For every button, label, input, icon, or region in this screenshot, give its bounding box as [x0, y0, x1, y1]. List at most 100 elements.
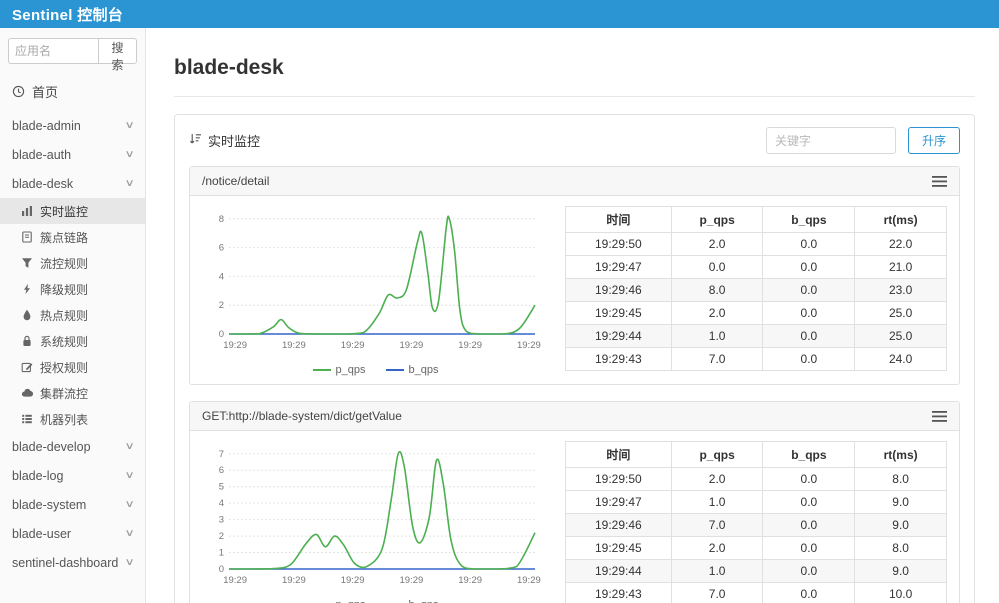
table-cell: 1.0: [671, 491, 763, 514]
card-header: GET:http://blade-system/dict/getValue: [190, 402, 959, 431]
table-cell: 8.0: [671, 279, 763, 302]
home-label: 首页: [32, 82, 58, 101]
sidebar-item-blade-user[interactable]: blade-user∨: [0, 519, 145, 548]
sidebar-item-blade-admin[interactable]: blade-admin∨: [0, 111, 145, 140]
sort-icon: [189, 133, 202, 148]
sidebar-subitem-label: 簇点链路: [40, 229, 88, 246]
svg-text:19:29: 19:29: [282, 340, 306, 351]
table-cell: 2.0: [671, 302, 763, 325]
page-layout: 搜索 首页 blade-admin∨blade-auth∨blade-desk∨…: [0, 28, 999, 603]
svg-text:5: 5: [219, 482, 224, 493]
svg-text:19:29: 19:29: [517, 575, 541, 586]
svg-text:2: 2: [219, 531, 224, 542]
sidebar-item-blade-desk[interactable]: blade-desk∨: [0, 169, 145, 198]
qps-line-chart: 0246819:2919:2919:2919:2919:2919:29: [202, 206, 547, 356]
drop-icon: [20, 309, 33, 321]
table-cell: 19:29:43: [566, 348, 672, 371]
sidebar-item-label: sentinel-dashboard: [12, 556, 118, 570]
sidebar-item-label: blade-log: [12, 469, 63, 483]
card-body: 0123456719:2919:2919:2919:2919:2919:29p_…: [190, 431, 959, 603]
chevron-down-icon: ∨: [124, 120, 134, 131]
table-cell: 1.0: [671, 325, 763, 348]
sidebar-subitem-系统规则[interactable]: 系统规则: [0, 328, 145, 354]
table-cell: 0.0: [763, 233, 855, 256]
sidebar-submenu-blade-desk: 实时监控簇点链路流控规则降级规则热点规则系统规则授权规则集群流控机器列表: [0, 198, 145, 432]
table-row: 19:29:468.00.023.0: [566, 279, 947, 302]
sidebar-subitem-机器列表[interactable]: 机器列表: [0, 406, 145, 432]
sidebar-subitem-簇点链路[interactable]: 簇点链路: [0, 224, 145, 250]
sidebar-search: 搜索: [0, 28, 145, 74]
table-header-row: 时间p_qpsb_qpsrt(ms): [566, 207, 947, 233]
svg-text:19:29: 19:29: [458, 575, 482, 586]
sidebar-subitem-授权规则[interactable]: 授权规则: [0, 354, 145, 380]
sidebar-subitem-热点规则[interactable]: 热点规则: [0, 302, 145, 328]
svg-text:0: 0: [219, 329, 224, 340]
table-row: 19:29:441.00.025.0: [566, 325, 947, 348]
table-cell: 2.0: [671, 468, 763, 491]
lock-icon: [20, 335, 33, 347]
list-icon: [20, 413, 33, 425]
table-cell: 19:29:50: [566, 468, 672, 491]
legend-label: b_qps: [409, 364, 439, 376]
table-cell: 24.0: [855, 348, 947, 371]
table-header-cell: 时间: [566, 207, 672, 233]
sidebar-subitem-实时监控[interactable]: 实时监控: [0, 198, 145, 224]
sidebar-item-blade-develop[interactable]: blade-develop∨: [0, 432, 145, 461]
sidebar-subitem-label: 机器列表: [40, 411, 88, 428]
svg-text:4: 4: [219, 498, 224, 509]
table-cell: 0.0: [763, 491, 855, 514]
table-row: 19:29:471.00.09.0: [566, 491, 947, 514]
chart-legend: p_qpsb_qps: [202, 599, 549, 603]
sidebar-subitem-label: 流控规则: [40, 255, 88, 272]
table-row: 19:29:502.00.08.0: [566, 468, 947, 491]
svg-text:19:29: 19:29: [399, 340, 423, 351]
cloud-icon: [20, 387, 33, 399]
sidebar-item-blade-auth[interactable]: blade-auth∨: [0, 140, 145, 169]
table-cell: 21.0: [855, 256, 947, 279]
chevron-down-icon: ∨: [124, 149, 134, 160]
sidebar-subitem-降级规则[interactable]: 降级规则: [0, 276, 145, 302]
ascend-sort-button[interactable]: 升序: [908, 127, 960, 154]
app-title: Sentinel 控制台: [12, 4, 123, 25]
table-header-cell: rt(ms): [855, 207, 947, 233]
keyword-input[interactable]: [766, 127, 896, 154]
table-header-cell: 时间: [566, 442, 672, 468]
card-header: /notice/detail: [190, 167, 959, 196]
table-row: 19:29:437.00.010.0: [566, 583, 947, 603]
table-cell: 2.0: [671, 233, 763, 256]
sidebar-item-sentinel-dashboard[interactable]: sentinel-dashboard∨: [0, 548, 145, 577]
sidebar-item-blade-log[interactable]: blade-log∨: [0, 461, 145, 490]
sidebar-subitem-label: 集群流控: [40, 385, 88, 402]
hamburger-menu-icon[interactable]: [932, 411, 947, 422]
sidebar-subitem-流控规则[interactable]: 流控规则: [0, 250, 145, 276]
sidebar-item-blade-system[interactable]: blade-system∨: [0, 490, 145, 519]
table-cell: 0.0: [763, 560, 855, 583]
table-cell: 25.0: [855, 325, 947, 348]
table-cell: 19:29:44: [566, 560, 672, 583]
cards-container: /notice/detail0246819:2919:2919:2919:291…: [189, 166, 960, 603]
table-cell: 0.0: [763, 537, 855, 560]
sidebar-subitem-label: 系统规则: [40, 333, 88, 350]
sidebar-item-home[interactable]: 首页: [0, 74, 145, 111]
bar-chart-icon: [20, 205, 33, 217]
table-cell: 19:29:45: [566, 537, 672, 560]
chart-legend: p_qpsb_qps: [202, 364, 549, 376]
svg-text:19:29: 19:29: [223, 340, 247, 351]
table-row: 19:29:441.00.09.0: [566, 560, 947, 583]
table-cell: 0.0: [763, 583, 855, 603]
sidebar-item-label: blade-develop: [12, 440, 91, 454]
sidebar-subitem-集群流控[interactable]: 集群流控: [0, 380, 145, 406]
table-cell: 23.0: [855, 279, 947, 302]
hamburger-menu-icon[interactable]: [932, 176, 947, 187]
table-cell: 19:29:46: [566, 514, 672, 537]
table-cell: 7.0: [671, 583, 763, 603]
table-row: 19:29:437.00.024.0: [566, 348, 947, 371]
book-icon: [20, 231, 33, 243]
app-search-input[interactable]: [8, 38, 98, 64]
table-cell: 19:29:50: [566, 233, 672, 256]
legend-item: b_qps: [386, 364, 439, 376]
table-cell: 0.0: [763, 325, 855, 348]
table-header-cell: rt(ms): [855, 442, 947, 468]
svg-text:8: 8: [219, 214, 224, 225]
app-search-button[interactable]: 搜索: [98, 38, 137, 64]
